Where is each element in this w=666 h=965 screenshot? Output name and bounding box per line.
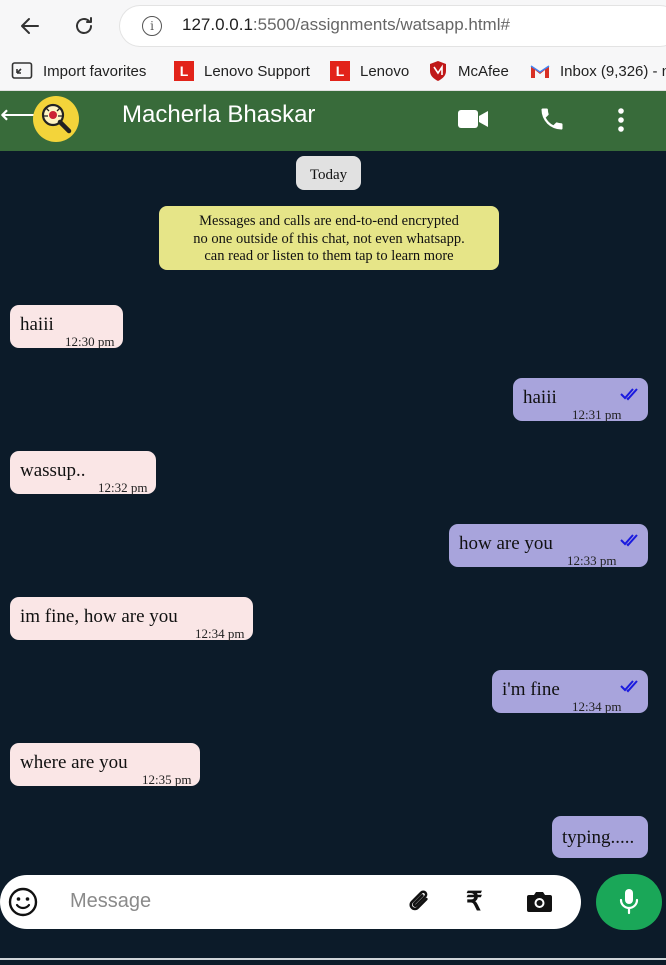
url-host: 127.0.0.1 [182,15,253,34]
message-text: i'm fine [502,679,560,700]
attach-icon[interactable] [406,888,434,921]
camera-icon[interactable] [526,890,553,919]
bookmark-gmail[interactable]: Inbox (9,326) - n [530,58,666,84]
mcafee-icon [428,60,448,82]
more-menu-icon[interactable] [615,107,627,138]
typing-indicator: typing..... [552,816,648,858]
outgoing-message[interactable]: how are you 12:33 pm [449,524,648,568]
message-time: 12:34 pm [195,626,245,641]
message-text: wassup.. [20,460,86,481]
bookmark-label: Lenovo [360,62,410,80]
avatar[interactable] [33,96,79,142]
date-chip: Today [296,156,361,190]
incoming-message[interactable]: haiii 12:30 pm [10,305,123,349]
notice-line: Messages and calls are end-to-end encryp… [199,213,459,229]
message-text: haiii [20,314,54,335]
mic-icon [619,889,639,915]
lenovo-icon: L [330,61,350,81]
back-button[interactable] [14,10,46,42]
encryption-notice[interactable]: Messages and calls are end-to-end encryp… [159,206,499,270]
video-call-icon[interactable] [457,108,489,135]
outgoing-message[interactable]: haiii 12:31 pm [513,378,648,422]
message-input[interactable]: Message [70,890,151,913]
import-icon [11,61,33,81]
bookmark-mcafee[interactable]: McAfee [428,58,509,84]
message-input-bar[interactable]: Message ₹ [0,875,581,929]
message-time: 12:35 pm [142,772,192,787]
bookmark-lenovo-support[interactable]: L Lenovo Support [174,58,310,84]
incoming-message[interactable]: im fine, how are you 12:34 pm [10,597,253,641]
bookmark-label: Import favorites [43,62,147,80]
double-check-icon [620,678,640,699]
phone-call-icon[interactable] [538,105,566,138]
bookmark-import-favorites[interactable]: Import favorites [11,58,146,84]
address-bar[interactable]: i 127.0.0.1:5500/assignments/watsapp.htm… [120,6,666,46]
url-path: :5500/assignments/watsapp.html# [252,15,510,34]
bookmark-label: Lenovo Support [204,62,310,80]
bookmarks-bar: Import favorites L Lenovo Support L Leno… [0,52,666,91]
message-text: where are you [20,752,128,773]
reload-icon [76,17,92,34]
message-time: 12:33 pm [567,553,617,568]
search-bug-icon [41,103,72,134]
lenovo-icon: L [174,61,194,81]
divider [0,958,666,960]
double-check-icon [620,386,640,407]
message-text: im fine, how are you [20,606,178,627]
rupee-icon[interactable]: ₹ [466,886,483,917]
gmail-icon [530,63,550,79]
browser-toolbar: i 127.0.0.1:5500/assignments/watsapp.htm… [0,0,666,52]
back-arrow-icon [21,18,39,34]
reload-button[interactable] [68,10,100,42]
message-text: how are you [459,533,553,554]
mic-button[interactable] [596,874,662,930]
contact-name[interactable]: Macherla Bhaskar [122,101,315,129]
chat-area[interactable]: Today Messages and calls are end-to-end … [0,151,666,871]
incoming-message[interactable]: where are you 12:35 pm [10,743,200,787]
message-time: 12:32 pm [98,480,148,495]
message-time: 12:31 pm [572,407,622,422]
message-time: 12:34 pm [572,699,622,714]
notice-line: can read or listen to them tap to learn … [204,248,454,264]
bookmark-lenovo[interactable]: L Lenovo [330,58,409,84]
chat-header: ⟵ Macherla Bhaskar [0,91,666,151]
message-time: 12:30 pm [65,334,115,349]
double-check-icon [620,532,640,553]
back-arrow-icon[interactable]: ⟵ [0,101,37,127]
bookmark-label: Inbox (9,326) - n [560,62,666,80]
outgoing-message[interactable]: i'm fine 12:34 pm [492,670,648,714]
emoji-icon[interactable] [8,887,38,922]
incoming-message[interactable]: wassup.. 12:32 pm [10,451,156,495]
url-text: 127.0.0.1:5500/assignments/watsapp.html# [182,15,510,35]
message-text: haiii [523,387,557,408]
site-info-icon[interactable]: i [142,16,162,36]
notice-line: no one outside of this chat, not even wh… [193,230,465,247]
message-text: typing..... [562,827,635,848]
bookmark-label: McAfee [458,62,509,80]
